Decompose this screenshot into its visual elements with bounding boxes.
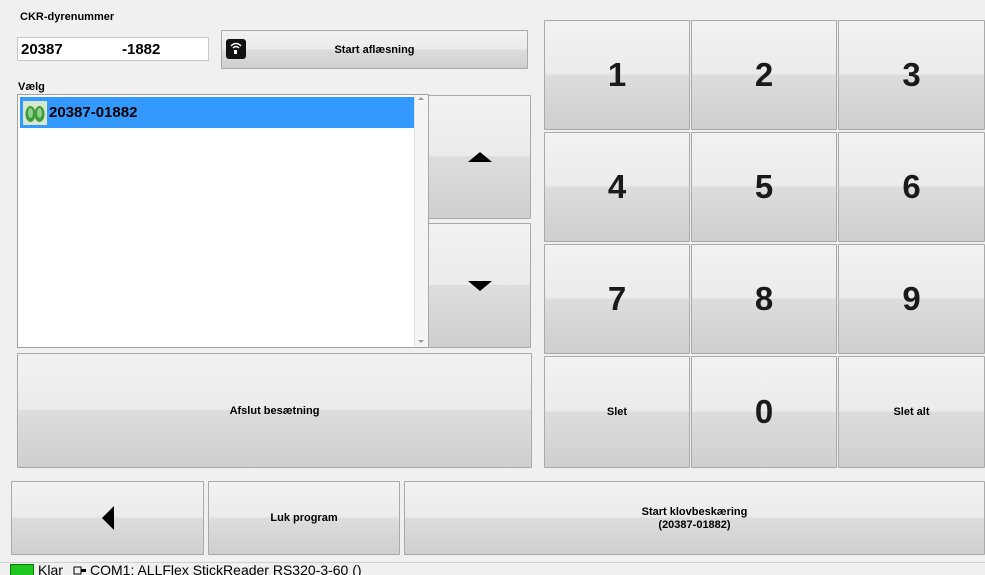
key-3[interactable]: 3 xyxy=(838,20,985,130)
list-scrollbar[interactable] xyxy=(414,95,428,347)
key-1-label: 1 xyxy=(607,56,627,93)
status-text: Klar xyxy=(38,562,63,575)
close-program-label: Luk program xyxy=(270,512,338,524)
ckr-label: CKR-dyrenummer xyxy=(20,11,115,23)
ready-indicator xyxy=(10,564,34,575)
key-0[interactable]: 0 xyxy=(691,356,837,468)
start-reading-button[interactable]: Start aflæsning xyxy=(221,30,528,69)
key-7[interactable]: 7 xyxy=(544,244,690,354)
back-button[interactable] xyxy=(11,481,204,555)
key-8-label: 8 xyxy=(754,280,774,317)
key-6[interactable]: 6 xyxy=(838,132,985,242)
animal-list[interactable]: 20387-01882 xyxy=(17,94,429,348)
herd-number-field[interactable]: 20387 -1882 xyxy=(17,37,209,61)
start-reading-label: Start aflæsning xyxy=(334,43,415,56)
select-label: Vælg xyxy=(18,81,45,93)
key-9[interactable]: 9 xyxy=(838,244,985,354)
move-up-button[interactable] xyxy=(428,95,531,219)
key-0-label: 0 xyxy=(754,393,774,430)
hoof-icon xyxy=(23,100,47,125)
key-8[interactable]: 8 xyxy=(691,244,837,354)
key-1[interactable]: 1 xyxy=(544,20,690,130)
key-2[interactable]: 2 xyxy=(691,20,837,130)
herd-number-value: 20387 xyxy=(21,41,63,58)
move-down-button[interactable] xyxy=(428,223,531,348)
start-hoof-trimming-animal: (20387-01882) xyxy=(658,518,731,531)
key-3-label: 3 xyxy=(902,56,921,93)
key-9-label: 9 xyxy=(902,280,921,317)
finish-herd-button[interactable]: Afslut besætning xyxy=(17,353,532,468)
key-2-label: 2 xyxy=(754,56,774,93)
list-item[interactable]: 20387-01882 xyxy=(20,97,417,128)
scroll-down-icon[interactable] xyxy=(418,340,424,343)
status-bar: Klar COM1: ALLFlex StickReader RS320-3-6… xyxy=(0,562,985,575)
rfid-reader-icon xyxy=(226,39,246,59)
serial-port-text: COM1: ALLFlex StickReader RS320-3-60 () xyxy=(90,562,362,575)
finish-herd-label: Afslut besætning xyxy=(229,404,320,417)
arrow-down-icon xyxy=(467,280,492,291)
list-item-label: 20387-01882 xyxy=(49,104,138,121)
start-hoof-trimming-label: Start klovbeskæring xyxy=(641,505,748,518)
key-4-label: 4 xyxy=(607,168,627,205)
key-5-label: 5 xyxy=(754,168,774,205)
key-4[interactable]: 4 xyxy=(544,132,690,242)
arrow-up-icon xyxy=(467,152,492,162)
key-5[interactable]: 5 xyxy=(691,132,837,242)
key-6-label: 6 xyxy=(902,168,921,205)
arrow-left-icon xyxy=(101,506,114,530)
delete-all-button[interactable]: Slet alt xyxy=(838,356,985,468)
scroll-up-icon[interactable] xyxy=(418,97,424,100)
delete-label: Slet xyxy=(606,406,628,418)
animal-number-value: -1882 xyxy=(122,41,161,58)
start-hoof-trimming-button[interactable]: Start klovbeskæring (20387-01882) xyxy=(404,481,985,555)
key-7-label: 7 xyxy=(607,280,627,317)
close-program-button[interactable]: Luk program xyxy=(208,481,400,555)
delete-button[interactable]: Slet xyxy=(544,356,690,468)
delete-all-label: Slet alt xyxy=(893,406,930,418)
serial-port-icon xyxy=(73,564,87,575)
